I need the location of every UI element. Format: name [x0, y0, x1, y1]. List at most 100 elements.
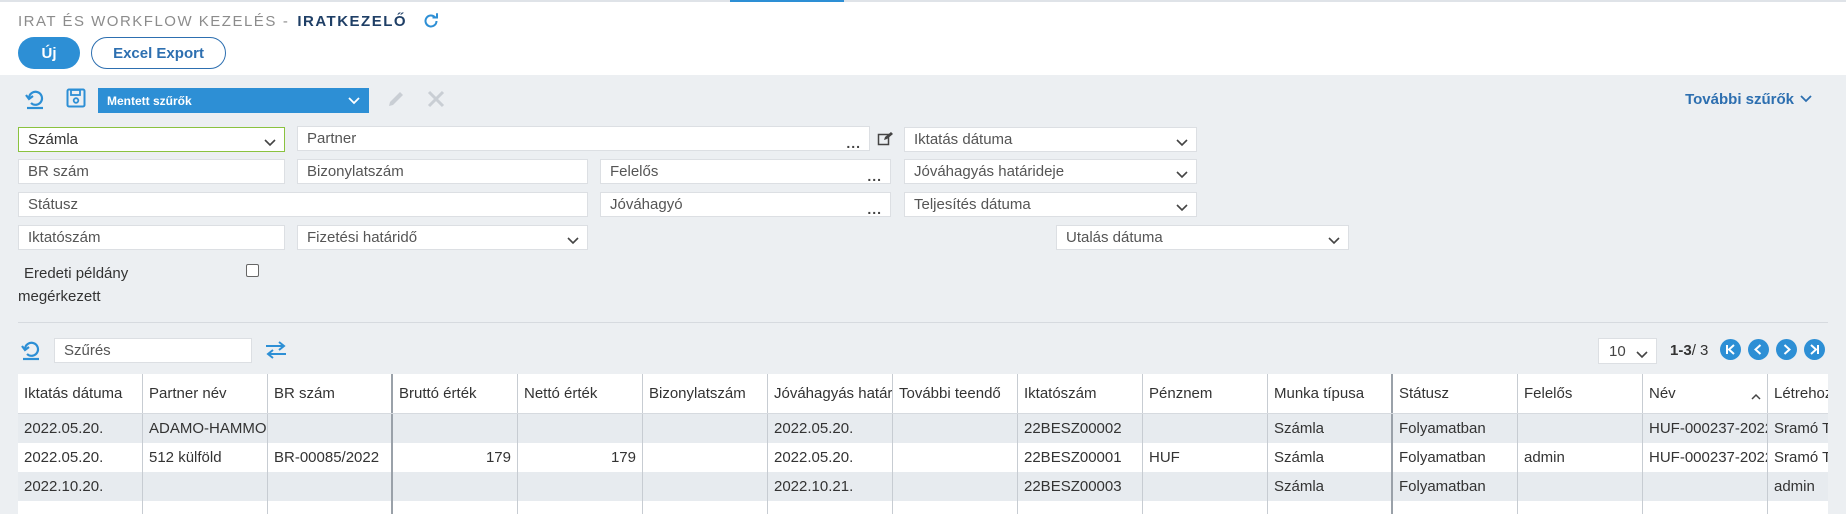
- chevron-down-icon: [567, 233, 579, 250]
- last-page-icon[interactable]: [1804, 339, 1825, 360]
- edit-icon[interactable]: [386, 89, 406, 114]
- chevron-down-icon: [1636, 347, 1648, 364]
- sort-asc-icon[interactable]: [1751, 388, 1761, 405]
- br-number-field[interactable]: BR szám: [18, 159, 285, 184]
- documents-table: Iktatás dátuma Partner név BR szám Brutt…: [18, 374, 1828, 514]
- table-cell: [643, 443, 768, 472]
- partner-picker-dots[interactable]: ...: [846, 136, 861, 150]
- table-cell: [893, 443, 1018, 472]
- status-field[interactable]: Státusz: [18, 192, 588, 217]
- payment-deadline-select[interactable]: Fizetési határidő: [297, 225, 588, 250]
- first-page-icon[interactable]: [1720, 339, 1741, 360]
- page-title: IRATKEZELŐ: [297, 12, 408, 30]
- external-edit-icon[interactable]: [877, 131, 893, 152]
- table-cell: 2022.10.20.: [18, 472, 143, 501]
- table-cell: Sramó Ti: [1768, 414, 1828, 443]
- table-cell: [893, 414, 1018, 443]
- table-cell: [1518, 414, 1643, 443]
- column-header-name[interactable]: Név: [1643, 374, 1768, 413]
- table-cell: [768, 501, 893, 514]
- table-cell: [1393, 501, 1518, 514]
- table-cell: [18, 501, 143, 514]
- table-cell: [1018, 501, 1143, 514]
- app-title: IRAT ÉS WORKFLOW KEZELÉS: [18, 12, 277, 30]
- original-copy-checkbox[interactable]: [246, 264, 259, 277]
- table-cell: HUF-000237-2022.: [1643, 414, 1768, 443]
- chevron-down-icon: [1328, 233, 1340, 250]
- title-separator: -: [282, 12, 290, 30]
- table-cell: [1518, 472, 1643, 501]
- table-row-empty: [18, 501, 1828, 514]
- excel-export-button[interactable]: Excel Export: [91, 37, 226, 69]
- column-header-gross-value[interactable]: Bruttó érték: [393, 374, 518, 413]
- more-filters-toggle[interactable]: További szűrők: [1685, 89, 1812, 109]
- responsible-picker-dots[interactable]: ...: [867, 169, 882, 183]
- approver-picker-dots[interactable]: ...: [867, 202, 882, 216]
- partner-field[interactable]: Partner ...: [297, 126, 870, 151]
- transfer-date-select[interactable]: Utalás dátuma: [1056, 225, 1349, 250]
- approver-field[interactable]: Jóváhagyó ...: [600, 192, 891, 217]
- fulfillment-date-placeholder: Teljesítés dátuma: [914, 196, 1031, 213]
- column-header-approval-deadline[interactable]: Jóváhagyás határideje: [768, 374, 893, 413]
- approval-deadline-select[interactable]: Jóváhagyás határideje: [904, 159, 1197, 184]
- filter-divider: [18, 322, 1828, 323]
- table-cell: 22BESZ00001: [1018, 443, 1143, 472]
- table-cell: 512 külföld: [143, 443, 268, 472]
- table-row[interactable]: 2022.05.20. 512 külföld BR-00085/2022 17…: [18, 443, 1828, 472]
- doc-type-value: Számla: [28, 131, 79, 148]
- status-placeholder: Státusz: [28, 196, 79, 213]
- column-header-further-tasks[interactable]: További teendő: [893, 374, 1018, 413]
- swap-icon[interactable]: [264, 340, 288, 365]
- table-cell: 2022.05.20.: [768, 443, 893, 472]
- table-cell: Folyamatban: [1393, 472, 1518, 501]
- column-header-net-value[interactable]: Nettó érték: [518, 374, 643, 413]
- table-cell: 2022.05.20.: [18, 443, 143, 472]
- column-header-partner-name[interactable]: Partner név: [143, 374, 268, 413]
- table-cell: [393, 414, 518, 443]
- table-cell: [393, 501, 518, 514]
- reset-icon[interactable]: [20, 339, 42, 366]
- table-row[interactable]: 2022.10.20. 2022.10.21. 22BESZ00003 Szám…: [18, 472, 1828, 501]
- filing-number-field[interactable]: Iktatószám: [18, 225, 285, 250]
- voucher-number-field[interactable]: Bizonylatszám: [297, 159, 588, 184]
- reset-icon[interactable]: [24, 88, 46, 115]
- column-header-responsible[interactable]: Felelős: [1518, 374, 1643, 413]
- voucher-number-placeholder: Bizonylatszám: [307, 163, 404, 180]
- column-header-creator[interactable]: Létrehozó: [1768, 374, 1828, 413]
- new-button[interactable]: Új: [18, 37, 80, 69]
- column-header-work-type[interactable]: Munka típusa: [1268, 374, 1393, 413]
- delete-icon[interactable]: [426, 89, 446, 114]
- column-header-status[interactable]: Státusz: [1393, 374, 1518, 413]
- page-size-select[interactable]: 10: [1598, 338, 1657, 364]
- chevron-down-icon: [1800, 95, 1812, 103]
- page-info: 1-3 / 3: [1670, 340, 1708, 360]
- original-copy-label: Eredeti példány: [24, 265, 129, 282]
- saved-filters-label: Mentett szűrők: [107, 93, 192, 108]
- table-cell: [1143, 501, 1268, 514]
- grid-search-input[interactable]: Szűrés: [54, 338, 252, 363]
- column-header-br-number[interactable]: BR szám: [268, 374, 393, 413]
- save-icon[interactable]: [66, 88, 86, 113]
- column-header-filing-number[interactable]: Iktatószám: [1018, 374, 1143, 413]
- column-header-filing-date[interactable]: Iktatás dátuma: [18, 374, 143, 413]
- column-header-voucher-number[interactable]: Bizonylatszám: [643, 374, 768, 413]
- table-cell: [143, 501, 268, 514]
- responsible-field[interactable]: Felelős ...: [600, 159, 891, 184]
- filing-date-select[interactable]: Iktatás dátuma: [904, 127, 1197, 152]
- table-cell: Sramó Ti: [1768, 443, 1828, 472]
- approver-placeholder: Jóváhagyó: [610, 196, 683, 213]
- column-header-currency[interactable]: Pénznem: [1143, 374, 1268, 413]
- page-header: IRAT ÉS WORKFLOW KEZELÉS - IRATKEZELŐ: [18, 10, 441, 32]
- table-cell: [393, 472, 518, 501]
- table-cell: admin: [1518, 443, 1643, 472]
- fulfillment-date-select[interactable]: Teljesítés dátuma: [904, 192, 1197, 217]
- doc-type-select[interactable]: Számla: [18, 127, 285, 152]
- next-page-icon[interactable]: [1776, 339, 1797, 360]
- table-cell: 22BESZ00002: [1018, 414, 1143, 443]
- refresh-icon[interactable]: [421, 11, 441, 31]
- table-row[interactable]: 2022.05.20. ADAMO-HAMMOC 2022.05.20. 22B…: [18, 414, 1828, 443]
- table-cell: [1268, 501, 1393, 514]
- saved-filters-dropdown[interactable]: Mentett szűrők: [98, 88, 369, 113]
- approval-deadline-placeholder: Jóváhagyás határideje: [914, 163, 1065, 180]
- prev-page-icon[interactable]: [1748, 339, 1769, 360]
